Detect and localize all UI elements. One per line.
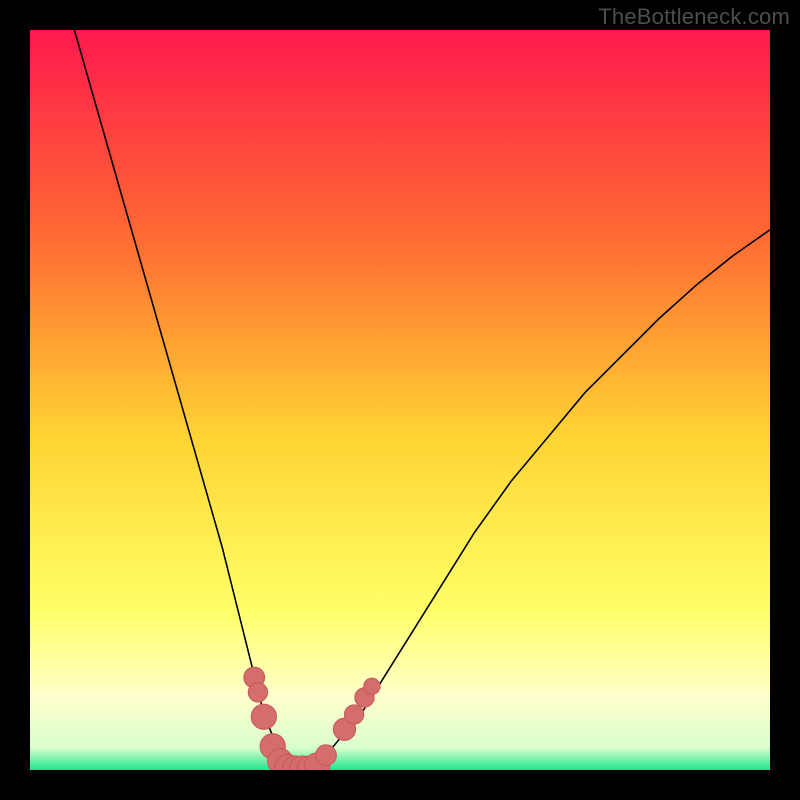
data-marker (248, 683, 267, 702)
bottleneck-chart (30, 30, 770, 770)
data-marker (364, 678, 380, 694)
data-marker (316, 745, 337, 766)
data-marker (251, 704, 276, 729)
gradient-background (30, 30, 770, 770)
watermark-text: TheBottleneck.com (598, 4, 790, 30)
data-marker (345, 705, 364, 724)
chart-frame: TheBottleneck.com (0, 0, 800, 800)
